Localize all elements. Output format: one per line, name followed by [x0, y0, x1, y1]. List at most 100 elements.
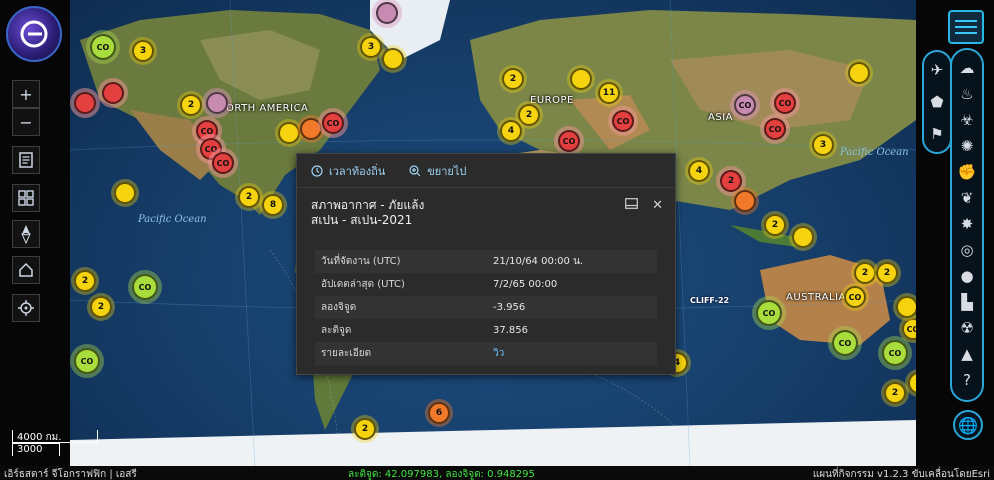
view-link[interactable]: วิว	[487, 342, 657, 365]
fist-icon[interactable]: ✊	[955, 160, 979, 184]
cluster-marker[interactable]: 11	[598, 82, 620, 104]
zoom-to-label: ขยายไป	[427, 164, 467, 178]
fire-icon[interactable]: ♨	[955, 82, 979, 106]
cluster-marker[interactable]: 2	[518, 104, 540, 126]
event-marker[interactable]	[114, 182, 136, 204]
zoom-to-action[interactable]: ขยายไป	[409, 162, 466, 180]
earthquake-icon[interactable]: ◎	[955, 238, 979, 262]
home-icon	[19, 262, 33, 277]
cluster-marker[interactable]: 2	[502, 68, 524, 90]
label-north-america: NORTH AMERICA	[218, 103, 309, 114]
cluster-marker[interactable]: 3	[360, 36, 382, 58]
home-button[interactable]	[12, 256, 40, 284]
app-logo	[6, 6, 62, 62]
label-europe: EUROPE	[530, 95, 574, 106]
co-marker[interactable]: CO	[774, 92, 796, 114]
co-marker[interactable]: CO	[832, 330, 858, 356]
document-icon	[19, 152, 33, 168]
event-marker[interactable]	[376, 2, 398, 24]
dock-icon[interactable]	[625, 198, 638, 213]
cluster-marker[interactable]: 2	[180, 94, 202, 116]
cluster-marker[interactable]: 2	[354, 418, 376, 440]
table-row: ละติจูด 37.856	[315, 319, 657, 342]
weather-cloud-icon[interactable]: ☁	[955, 56, 979, 80]
zoom-in-button[interactable]: +	[12, 80, 40, 108]
pin-icon[interactable]: ⚑	[925, 122, 949, 146]
co-marker[interactable]: CO	[74, 348, 100, 374]
region-icon[interactable]: ⬟	[925, 90, 949, 114]
water-drop-icon[interactable]: ●	[955, 264, 979, 288]
co-marker[interactable]: CO	[844, 286, 866, 308]
cluster-marker[interactable]: 3	[812, 134, 834, 156]
cluster-marker[interactable]: 2	[74, 270, 96, 292]
co-marker[interactable]: CO	[558, 130, 580, 152]
airplane-icon[interactable]: ✈	[925, 58, 949, 82]
cluster-marker[interactable]: 2	[90, 296, 112, 318]
menu-button[interactable]	[948, 10, 984, 44]
cursor-coordinates: ละติจูด: 42.097983, ลองจิจูด: 0.948295	[348, 469, 535, 480]
cluster-marker[interactable]: 4	[500, 120, 522, 142]
row-label: ละติจูด	[315, 319, 487, 342]
event-marker[interactable]	[278, 122, 300, 144]
app-root: NORTH AMERICA EUROPE ASIA AUSTRALIA Paci…	[0, 0, 994, 480]
event-marker[interactable]	[896, 296, 916, 318]
table-row: วันที่จัดงาน (UTC) 21/10/64 00:00 น.	[315, 250, 657, 273]
cluster-marker[interactable]: 8	[262, 194, 284, 216]
row-value: -3.956	[487, 296, 657, 319]
grid-icon	[18, 190, 34, 206]
cluster-marker[interactable]: 2	[884, 382, 906, 404]
clock-icon	[311, 164, 323, 177]
cluster-marker[interactable]: 2	[876, 262, 898, 284]
left-toolbar: + −	[0, 0, 70, 466]
co-marker[interactable]: CO	[882, 340, 908, 366]
question-icon[interactable]: ?	[955, 368, 979, 392]
explosion-icon[interactable]: ✸	[955, 212, 979, 236]
event-marker[interactable]	[300, 118, 322, 140]
event-marker[interactable]	[382, 48, 404, 70]
zoom-in-icon	[409, 164, 421, 176]
cluster-marker[interactable]: 2	[720, 170, 742, 192]
co-marker[interactable]: CO	[734, 94, 756, 116]
local-time-action[interactable]: เวลาท้องถิ่น	[311, 162, 385, 180]
zoom-out-button[interactable]: −	[12, 108, 40, 136]
traffic-cone-icon[interactable]: ▲	[955, 342, 979, 366]
locate-button[interactable]	[12, 294, 40, 322]
row-label: รายละเอียด	[315, 342, 487, 365]
event-marker[interactable]	[74, 92, 96, 114]
compass-button[interactable]	[12, 220, 40, 248]
co-marker[interactable]: CO	[612, 110, 634, 132]
event-marker[interactable]	[102, 82, 124, 104]
table-row: ลองจิจูด -3.956	[315, 296, 657, 319]
virus-icon[interactable]: ✺	[955, 134, 979, 158]
cluster-marker[interactable]: 3	[132, 40, 154, 62]
event-marker[interactable]	[570, 68, 592, 90]
legend-button[interactable]	[12, 146, 40, 174]
leaf-icon[interactable]: ❦	[955, 186, 979, 210]
radiation-icon[interactable]: ☢	[955, 316, 979, 340]
basemap-button[interactable]	[12, 184, 40, 212]
factory-icon[interactable]: ▙	[955, 290, 979, 314]
close-icon[interactable]: ✕	[652, 198, 663, 213]
cluster-marker[interactable]: 2	[238, 186, 260, 208]
biohazard-icon[interactable]: ☣	[955, 108, 979, 132]
co-marker[interactable]: CO	[322, 112, 344, 134]
minus-icon: −	[19, 112, 33, 132]
co-marker[interactable]: CO	[212, 152, 234, 174]
cluster-marker[interactable]: 4	[688, 160, 710, 182]
menu-line-icon	[955, 20, 977, 22]
row-label: อัปเดตล่าสุด (UTC)	[315, 273, 487, 296]
cluster-marker[interactable]: 2	[854, 262, 876, 284]
cluster-marker[interactable]: 6	[428, 402, 450, 424]
co-marker[interactable]: CO	[132, 274, 158, 300]
event-marker[interactable]	[848, 62, 870, 84]
status-bar: เอิร์ธสตาร์ จีโอกราฟฟิก | เอสรี ละติจูด:…	[0, 466, 994, 480]
event-marker[interactable]	[792, 226, 814, 248]
co-marker[interactable]: CO	[90, 34, 116, 60]
event-marker[interactable]	[734, 190, 756, 212]
co-marker[interactable]: CO	[764, 118, 786, 140]
globe-button[interactable]: 🌐	[953, 410, 983, 440]
cluster-marker[interactable]: 2	[764, 214, 786, 236]
co-marker[interactable]: CO	[756, 300, 782, 326]
plus-icon: +	[19, 84, 33, 104]
event-marker[interactable]	[206, 92, 228, 114]
